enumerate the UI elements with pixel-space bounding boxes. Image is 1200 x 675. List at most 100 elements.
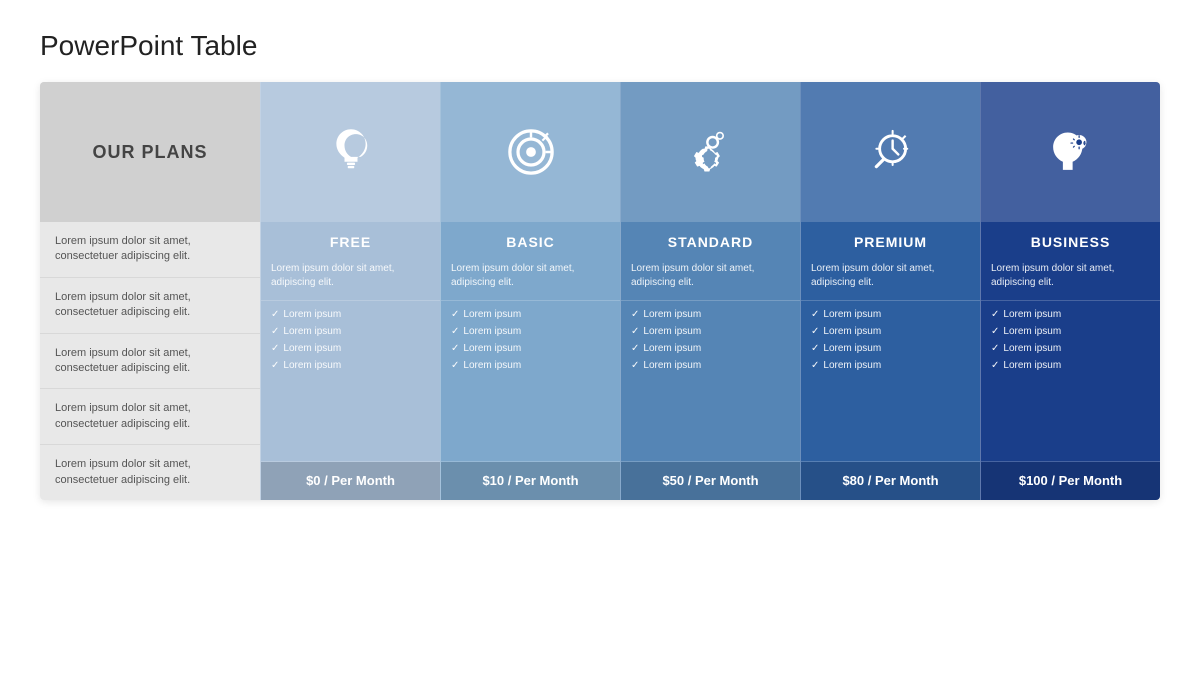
page-wrapper: PowerPoint Table OUR PLANS Lorem ipsum d… bbox=[0, 0, 1200, 520]
label-row: Lorem ipsum dolor sit amet, consectetuer… bbox=[40, 334, 260, 390]
feature-item: ✓Lorem ipsum bbox=[271, 360, 430, 371]
feature-item: ✓Lorem ipsum bbox=[991, 309, 1150, 320]
plan-price-free: $0 / Per Month bbox=[306, 473, 395, 488]
feature-item: ✓Lorem ipsum bbox=[271, 309, 430, 320]
plans-title: OUR PLANS bbox=[92, 142, 207, 163]
plan-name-cell-premium: PREMIUM bbox=[801, 222, 980, 258]
plan-body-free: FREE Lorem ipsum dolor sit amet, adipisc… bbox=[261, 222, 440, 500]
plan-header-basic bbox=[441, 82, 620, 222]
plan-body-basic: BASIC Lorem ipsum dolor sit amet, adipis… bbox=[441, 222, 620, 500]
feature-item: ✓Lorem ipsum bbox=[811, 326, 970, 337]
plan-price-cell-standard: $50 / Per Month bbox=[621, 462, 800, 500]
label-row: Lorem ipsum dolor sit amet, consectetuer… bbox=[40, 445, 260, 500]
check-icon: ✓ bbox=[631, 309, 639, 320]
plan-name-cell-free: FREE bbox=[261, 222, 440, 258]
plan-header-standard bbox=[621, 82, 800, 222]
plan-price-cell-premium: $80 / Per Month bbox=[801, 462, 980, 500]
feature-item: ✓Lorem ipsum bbox=[991, 360, 1150, 371]
check-icon: ✓ bbox=[451, 309, 459, 320]
plan-body-business: BUSINESS Lorem ipsum dolor sit amet, adi… bbox=[981, 222, 1160, 500]
label-row: Lorem ipsum dolor sit amet, consectetuer… bbox=[40, 222, 260, 278]
check-icon: ✓ bbox=[631, 360, 639, 371]
target-icon bbox=[501, 122, 561, 182]
plan-price-business: $100 / Per Month bbox=[1019, 473, 1122, 488]
analytics-icon bbox=[861, 122, 921, 182]
check-icon: ✓ bbox=[811, 326, 819, 337]
plan-col-business: BUSINESS Lorem ipsum dolor sit amet, adi… bbox=[980, 82, 1160, 500]
plan-body-standard: STANDARD Lorem ipsum dolor sit amet, adi… bbox=[621, 222, 800, 500]
plan-header-free bbox=[261, 82, 440, 222]
check-icon: ✓ bbox=[271, 309, 279, 320]
plan-features-standard: ✓Lorem ipsum ✓Lorem ipsum ✓Lorem ipsum ✓… bbox=[621, 301, 800, 462]
plan-price-cell-business: $100 / Per Month bbox=[981, 462, 1160, 500]
page-title: PowerPoint Table bbox=[40, 30, 1160, 62]
plan-price-cell-free: $0 / Per Month bbox=[261, 462, 440, 500]
plan-col-basic: BASIC Lorem ipsum dolor sit amet, adipis… bbox=[440, 82, 620, 500]
plans-header-cell: OUR PLANS bbox=[40, 82, 260, 222]
feature-item: ✓Lorem ipsum bbox=[451, 343, 610, 354]
feature-item: ✓Lorem ipsum bbox=[811, 343, 970, 354]
check-icon: ✓ bbox=[451, 360, 459, 371]
check-icon: ✓ bbox=[631, 343, 639, 354]
plan-name-basic: BASIC bbox=[506, 234, 555, 250]
labels-column: OUR PLANS Lorem ipsum dolor sit amet, co… bbox=[40, 82, 260, 500]
feature-item: ✓Lorem ipsum bbox=[811, 309, 970, 320]
feature-item: ✓Lorem ipsum bbox=[991, 326, 1150, 337]
plan-col-standard: STANDARD Lorem ipsum dolor sit amet, adi… bbox=[620, 82, 800, 500]
plan-name-cell-standard: STANDARD bbox=[621, 222, 800, 258]
plan-name-cell-basic: BASIC bbox=[441, 222, 620, 258]
check-icon: ✓ bbox=[451, 343, 459, 354]
feature-item: ✓Lorem ipsum bbox=[631, 343, 790, 354]
plan-features-basic: ✓Lorem ipsum ✓Lorem ipsum ✓Lorem ipsum ✓… bbox=[441, 301, 620, 462]
feature-item: ✓Lorem ipsum bbox=[631, 309, 790, 320]
check-icon: ✓ bbox=[991, 343, 999, 354]
plan-desc-free: Lorem ipsum dolor sit amet, adipiscing e… bbox=[261, 258, 440, 301]
plan-name-free: FREE bbox=[330, 234, 371, 250]
feature-item: ✓Lorem ipsum bbox=[811, 360, 970, 371]
plan-desc-business: Lorem ipsum dolor sit amet, adipiscing e… bbox=[981, 258, 1160, 301]
check-icon: ✓ bbox=[991, 326, 999, 337]
feature-item: ✓Lorem ipsum bbox=[451, 309, 610, 320]
plan-desc-basic: Lorem ipsum dolor sit amet, adipiscing e… bbox=[441, 258, 620, 301]
plan-features-business: ✓Lorem ipsum ✓Lorem ipsum ✓Lorem ipsum ✓… bbox=[981, 301, 1160, 462]
check-icon: ✓ bbox=[991, 360, 999, 371]
plan-features-premium: ✓Lorem ipsum ✓Lorem ipsum ✓Lorem ipsum ✓… bbox=[801, 301, 980, 462]
plan-price-premium: $80 / Per Month bbox=[842, 473, 938, 488]
brain-icon bbox=[1041, 122, 1101, 182]
gears-icon bbox=[681, 122, 741, 182]
feature-item: ✓Lorem ipsum bbox=[271, 343, 430, 354]
plan-desc-premium: Lorem ipsum dolor sit amet, adipiscing e… bbox=[801, 258, 980, 301]
feature-item: ✓Lorem ipsum bbox=[451, 326, 610, 337]
plan-name-standard: STANDARD bbox=[668, 234, 754, 250]
check-icon: ✓ bbox=[271, 326, 279, 337]
check-icon: ✓ bbox=[811, 309, 819, 320]
feature-item: ✓Lorem ipsum bbox=[631, 360, 790, 371]
check-icon: ✓ bbox=[811, 343, 819, 354]
plan-col-premium: PREMIUM Lorem ipsum dolor sit amet, adip… bbox=[800, 82, 980, 500]
plan-price-standard: $50 / Per Month bbox=[662, 473, 758, 488]
plan-header-business bbox=[981, 82, 1160, 222]
plan-body-premium: PREMIUM Lorem ipsum dolor sit amet, adip… bbox=[801, 222, 980, 500]
plan-features-free: ✓Lorem ipsum ✓Lorem ipsum ✓Lorem ipsum ✓… bbox=[261, 301, 440, 462]
label-row: Lorem ipsum dolor sit amet, consectetuer… bbox=[40, 389, 260, 445]
plan-price-basic: $10 / Per Month bbox=[482, 473, 578, 488]
feature-item: ✓Lorem ipsum bbox=[631, 326, 790, 337]
plan-price-cell-basic: $10 / Per Month bbox=[441, 462, 620, 500]
check-icon: ✓ bbox=[271, 343, 279, 354]
plan-header-premium bbox=[801, 82, 980, 222]
pricing-table: OUR PLANS Lorem ipsum dolor sit amet, co… bbox=[40, 82, 1160, 500]
plan-col-free: FREE Lorem ipsum dolor sit amet, adipisc… bbox=[260, 82, 440, 500]
label-rows: Lorem ipsum dolor sit amet, consectetuer… bbox=[40, 222, 260, 500]
check-icon: ✓ bbox=[811, 360, 819, 371]
feature-item: ✓Lorem ipsum bbox=[451, 360, 610, 371]
plan-desc-standard: Lorem ipsum dolor sit amet, adipiscing e… bbox=[621, 258, 800, 301]
plan-name-business: BUSINESS bbox=[1031, 234, 1111, 250]
check-icon: ✓ bbox=[271, 360, 279, 371]
check-icon: ✓ bbox=[451, 326, 459, 337]
feature-item: ✓Lorem ipsum bbox=[991, 343, 1150, 354]
feature-item: ✓Lorem ipsum bbox=[271, 326, 430, 337]
check-icon: ✓ bbox=[991, 309, 999, 320]
check-icon: ✓ bbox=[631, 326, 639, 337]
lightbulb-icon bbox=[321, 122, 381, 182]
plan-name-cell-business: BUSINESS bbox=[981, 222, 1160, 258]
